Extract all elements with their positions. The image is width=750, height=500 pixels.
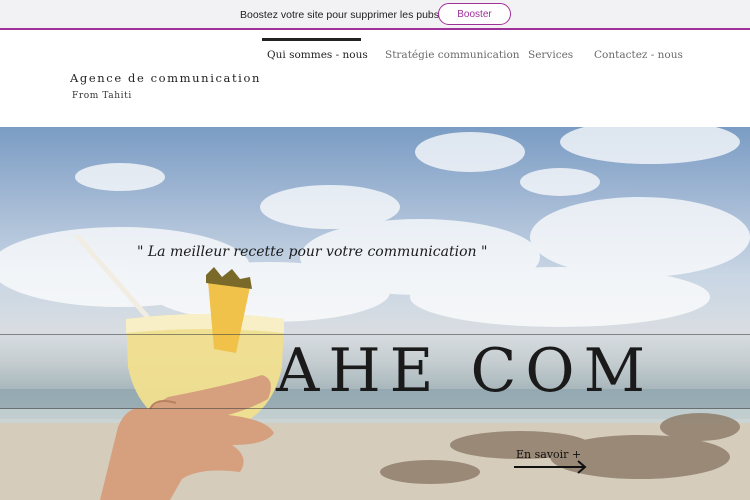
nav-item-contactez-nous[interactable]: Contactez - nous [594, 38, 683, 68]
hero-section: " La meilleur recette pour votre communi… [0, 127, 750, 500]
nav-item-strategie-communication[interactable]: Stratégie communication [385, 38, 520, 68]
main-nav: Qui sommes - nous Stratégie communicatio… [0, 38, 750, 68]
hero-title: AHE COM [276, 336, 655, 406]
booster-button[interactable]: Booster [438, 3, 511, 25]
learn-more-button[interactable]: En savoir + [514, 447, 590, 477]
promo-text: Boostez votre site pour supprimer les pu… [240, 9, 460, 21]
hero-quote: " La meilleur recette pour votre communi… [137, 244, 488, 260]
site-subtitle: From Tahiti [72, 91, 132, 101]
site-title[interactable]: Agence de communication [70, 71, 261, 85]
hero-divider-top [0, 334, 750, 335]
nav-item-services[interactable]: Services [528, 38, 573, 68]
hero-divider-bottom [0, 408, 750, 409]
wix-promo-bar: Boostez votre site pour supprimer les pu… [0, 0, 750, 30]
hero-background-image [0, 127, 750, 500]
arrow-right-icon [514, 460, 587, 474]
nav-item-qui-sommes-nous[interactable]: Qui sommes - nous [262, 38, 368, 68]
